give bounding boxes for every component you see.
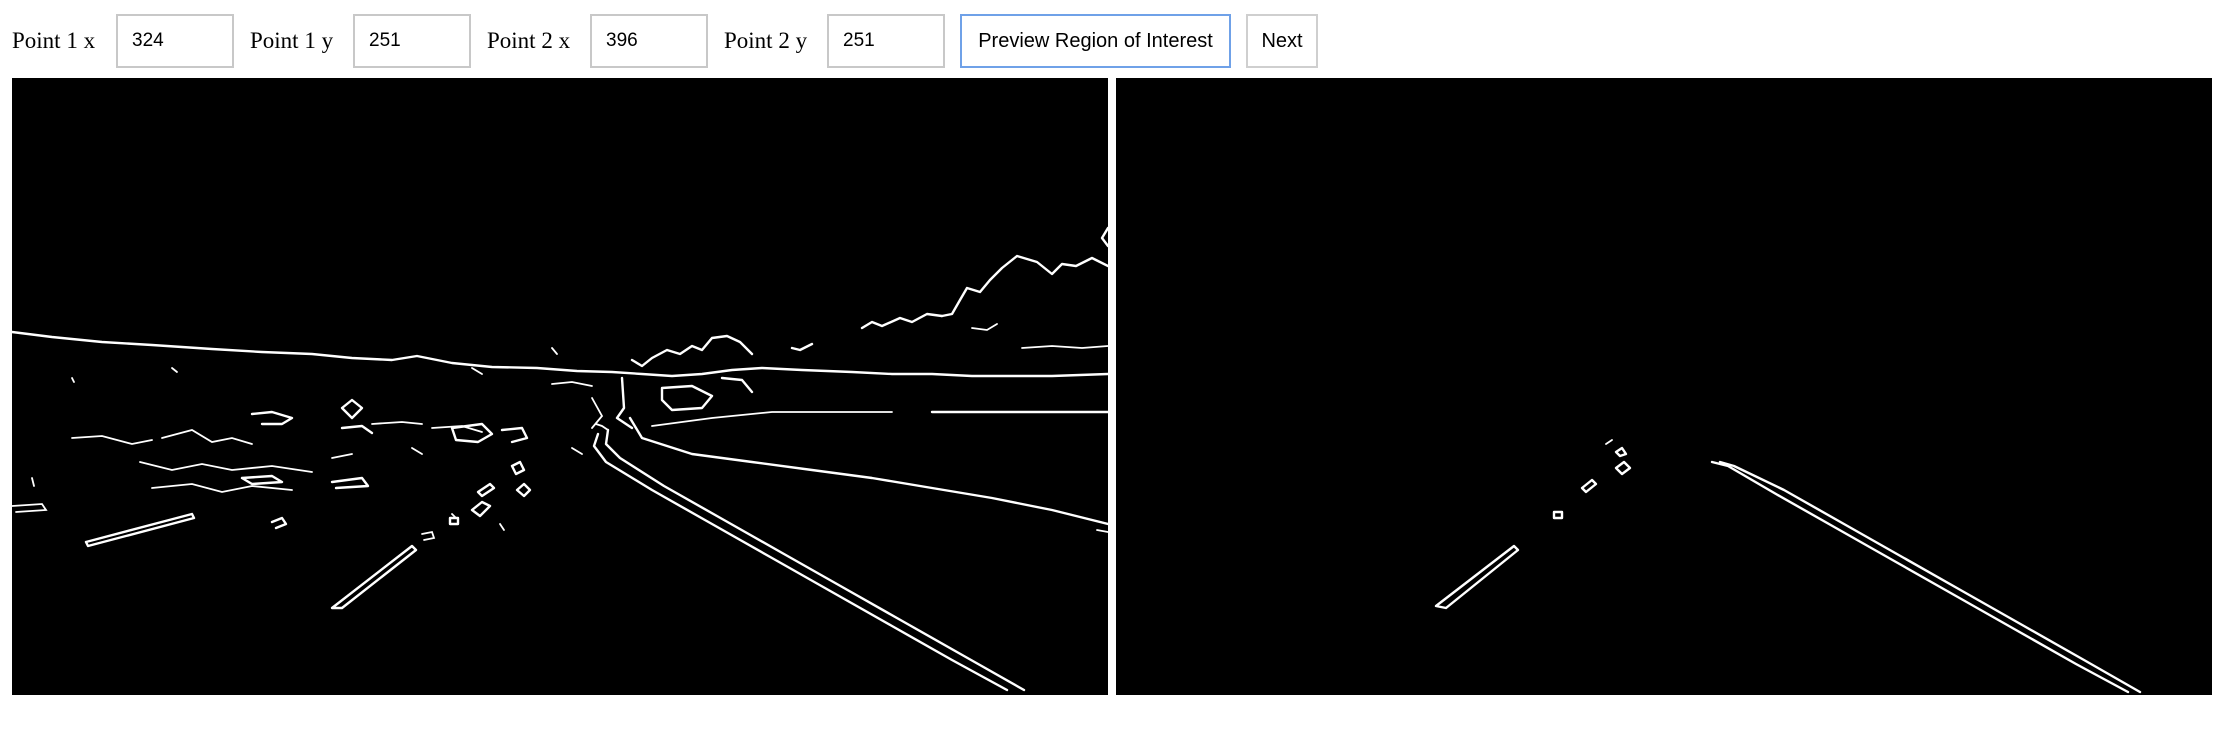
point2-y-label: Point 2 y xyxy=(724,28,808,53)
clutter-edge xyxy=(510,460,526,476)
clutter-edge xyxy=(571,447,583,455)
right-lane-edge xyxy=(604,428,1026,692)
clutter-edge xyxy=(139,461,313,473)
clutter-edge xyxy=(421,530,436,541)
structure-edge xyxy=(615,376,634,430)
point1-x-label: Point 1 x xyxy=(12,28,96,53)
mid-lane-dash xyxy=(448,516,460,526)
clutter-edge xyxy=(171,367,178,373)
roi-right-lane-edge xyxy=(1710,460,2130,694)
point1-y-input[interactable] xyxy=(353,14,471,68)
clutter-edge xyxy=(471,367,483,375)
roi-image-panel xyxy=(1116,78,2212,695)
structure-edge xyxy=(720,376,754,394)
tree-edge xyxy=(971,323,998,331)
road-edge xyxy=(1096,529,1108,533)
clutter-edge xyxy=(450,422,494,444)
structure-edge xyxy=(551,381,593,387)
point1-x-input[interactable] xyxy=(116,14,234,68)
clutter-edge xyxy=(515,482,532,498)
roi-clutter-edge xyxy=(1614,446,1628,458)
roi-left-lane-dash xyxy=(1434,544,1520,610)
clutter-edge xyxy=(499,523,505,531)
clutter-edge xyxy=(240,474,284,486)
clutter-edge xyxy=(340,398,364,420)
tree-edge xyxy=(860,312,944,330)
clutter-edge xyxy=(470,500,492,518)
point1-y-label: Point 1 y xyxy=(250,28,334,53)
clutter-edge xyxy=(340,424,374,435)
roi-mid-lane-dash xyxy=(1580,478,1598,494)
tree-edge xyxy=(1021,345,1108,349)
clutter-edge xyxy=(71,377,75,383)
roi-clutter-edge xyxy=(1605,439,1613,445)
point2-x-input[interactable] xyxy=(590,14,708,68)
clutter-edge xyxy=(331,453,353,459)
clutter-edge xyxy=(12,503,48,513)
clutter-edge xyxy=(151,483,293,493)
edges-image-panel xyxy=(12,78,1108,695)
roi-image xyxy=(1434,439,2142,694)
mid-lane-dash xyxy=(476,482,496,498)
clutter-edge xyxy=(500,426,529,444)
preview-roi-button[interactable]: Preview Region of Interest xyxy=(960,14,1231,68)
roi-mid-lane-dash xyxy=(1552,510,1564,520)
clutter-edge xyxy=(250,410,294,426)
roi-right-lane-edge xyxy=(1718,460,2142,694)
left-lane-dash xyxy=(330,544,418,610)
roi-clutter-edge xyxy=(1614,460,1632,476)
clutter-edge xyxy=(411,447,423,455)
clutter-edge xyxy=(330,476,370,490)
clutter-edge xyxy=(161,429,253,445)
clutter-edge xyxy=(551,347,558,355)
structure-edge xyxy=(660,384,714,412)
edges-image xyxy=(12,226,1108,692)
roi-controls-toolbar: Point 1 x Point 1 y Point 2 x Point 2 y … xyxy=(0,0,2230,78)
shoulder-edge xyxy=(651,411,893,427)
tree-edge xyxy=(630,334,754,368)
clutter-edge xyxy=(270,516,288,530)
right-lane-edge xyxy=(595,423,609,431)
left-lane-marking xyxy=(84,512,196,548)
tree-edge xyxy=(940,254,1108,318)
tree-edge xyxy=(1100,226,1108,248)
point2-y-input[interactable] xyxy=(827,14,945,68)
horizon-edge xyxy=(12,330,1108,378)
next-button[interactable]: Next xyxy=(1246,14,1318,68)
tree-edge xyxy=(790,342,814,352)
point2-x-label: Point 2 x xyxy=(487,28,571,53)
clutter-edge xyxy=(31,477,35,487)
clutter-edge xyxy=(371,421,423,425)
clutter-edge xyxy=(71,435,153,445)
